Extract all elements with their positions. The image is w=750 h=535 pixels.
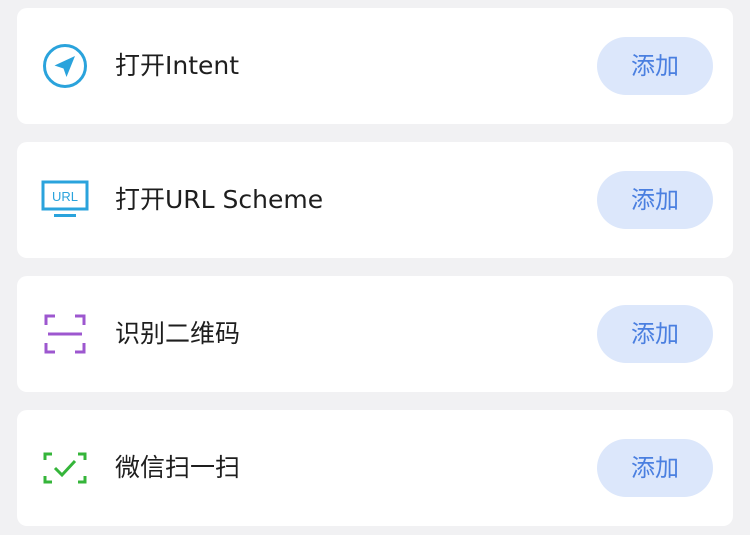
list-item-wechat-scan: 微信扫一扫 添加 bbox=[17, 410, 733, 526]
add-button[interactable]: 添加 bbox=[597, 37, 713, 95]
wechat-scan-icon bbox=[41, 446, 89, 490]
add-button[interactable]: 添加 bbox=[597, 439, 713, 497]
add-button[interactable]: 添加 bbox=[597, 171, 713, 229]
item-label: 打开Intent bbox=[115, 51, 240, 80]
shortcut-list: 打开Intent 添加 URL 打开URL Scheme 添加 识别二维码 添加… bbox=[17, 8, 733, 526]
scan-frame-icon bbox=[41, 312, 89, 356]
item-label: 识别二维码 bbox=[115, 319, 241, 348]
paper-plane-icon bbox=[41, 44, 89, 88]
item-label: 打开URL Scheme bbox=[115, 185, 324, 214]
item-label: 微信扫一扫 bbox=[115, 453, 241, 482]
list-item-open-url-scheme: URL 打开URL Scheme 添加 bbox=[17, 142, 733, 258]
url-icon-text: URL bbox=[52, 189, 78, 204]
list-item-scan-qrcode: 识别二维码 添加 bbox=[17, 276, 733, 392]
list-item-open-intent: 打开Intent 添加 bbox=[17, 8, 733, 124]
add-button[interactable]: 添加 bbox=[597, 305, 713, 363]
url-monitor-icon: URL bbox=[41, 178, 89, 222]
